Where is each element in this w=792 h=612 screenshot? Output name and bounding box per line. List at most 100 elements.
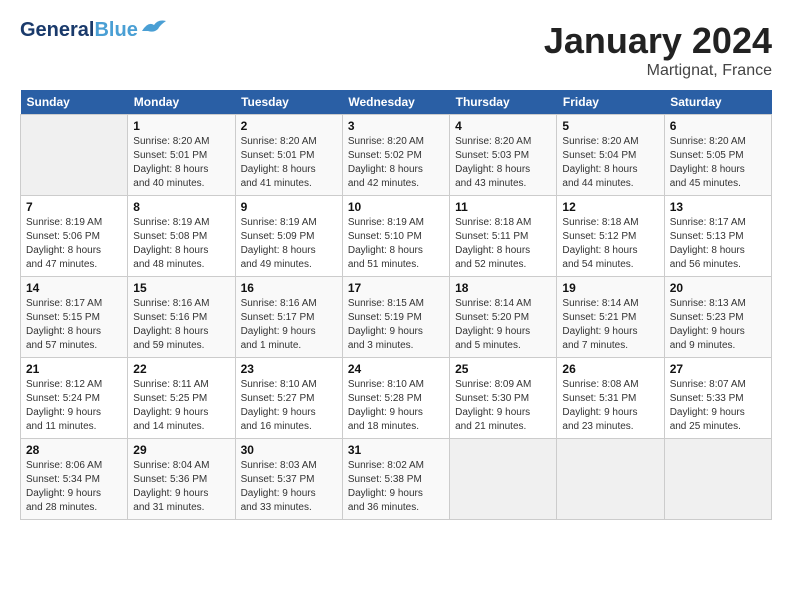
calendar-cell: 15 Sunrise: 8:16 AM Sunset: 5:16 PM Dayli… [128,277,235,358]
day-header-saturday: Saturday [664,90,771,115]
cell-info: Sunrise: 8:20 AM Sunset: 5:05 PM Dayligh… [670,135,766,191]
cell-info: Sunrise: 8:13 AM Sunset: 5:23 PM Dayligh… [670,297,766,353]
calendar-cell: 24 Sunrise: 8:10 AM Sunset: 5:28 PM Dayli… [342,358,449,439]
header-row: SundayMondayTuesdayWednesdayThursdayFrid… [21,90,772,115]
cell-info: Sunrise: 8:11 AM Sunset: 5:25 PM Dayligh… [133,378,229,434]
day-number: 14 [26,281,122,295]
day-header-friday: Friday [557,90,664,115]
day-number: 21 [26,362,122,376]
day-number: 30 [241,443,337,457]
cell-info: Sunrise: 8:10 AM Sunset: 5:27 PM Dayligh… [241,378,337,434]
day-number: 25 [455,362,551,376]
calendar-cell: 26Sunrise: 8:08 AM Sunset: 5:31 PM Dayli… [557,358,664,439]
day-number: 15 [133,281,229,295]
calendar-cell [557,439,664,520]
cell-info: Sunrise: 8:16 AM Sunset: 5:16 PM Dayligh… [133,297,229,353]
week-row-1: 1 Sunrise: 8:20 AM Sunset: 5:01 PM Daylig… [21,115,772,196]
cell-info: Sunrise: 8:04 AM Sunset: 5:36 PM Dayligh… [133,459,229,515]
day-header-tuesday: Tuesday [235,90,342,115]
cell-info: Sunrise: 8:12 AM Sunset: 5:24 PM Dayligh… [26,378,122,434]
calendar-cell: 13Sunrise: 8:17 AM Sunset: 5:13 PM Dayli… [664,196,771,277]
calendar-cell: 6 Sunrise: 8:20 AM Sunset: 5:05 PM Daylig… [664,115,771,196]
day-number: 19 [562,281,658,295]
cell-info: Sunrise: 8:20 AM Sunset: 5:03 PM Dayligh… [455,135,551,191]
day-header-wednesday: Wednesday [342,90,449,115]
day-header-sunday: Sunday [21,90,128,115]
calendar-cell: 10 Sunrise: 8:19 AM Sunset: 5:10 PM Dayli… [342,196,449,277]
calendar-cell: 3 Sunrise: 8:20 AM Sunset: 5:02 PM Daylig… [342,115,449,196]
calendar-cell: 30 Sunrise: 8:03 AM Sunset: 5:37 PM Dayli… [235,439,342,520]
day-number: 31 [348,443,444,457]
cell-info: Sunrise: 8:07 AM Sunset: 5:33 PM Dayligh… [670,378,766,434]
cell-info: Sunrise: 8:19 AM Sunset: 5:09 PM Dayligh… [241,216,337,272]
day-number: 12 [562,200,658,214]
week-row-4: 21 Sunrise: 8:12 AM Sunset: 5:24 PM Dayli… [21,358,772,439]
calendar-cell: 29Sunrise: 8:04 AM Sunset: 5:36 PM Dayli… [128,439,235,520]
day-number: 3 [348,119,444,133]
day-number: 11 [455,200,551,214]
calendar-cell: 17 Sunrise: 8:15 AM Sunset: 5:19 PM Dayli… [342,277,449,358]
day-number: 20 [670,281,766,295]
day-number: 24 [348,362,444,376]
calendar-cell [21,115,128,196]
calendar-cell: 11 Sunrise: 8:18 AM Sunset: 5:11 PM Dayli… [450,196,557,277]
cell-info: Sunrise: 8:10 AM Sunset: 5:28 PM Dayligh… [348,378,444,434]
cell-info: Sunrise: 8:09 AM Sunset: 5:30 PM Dayligh… [455,378,551,434]
day-number: 17 [348,281,444,295]
day-number: 23 [241,362,337,376]
calendar-cell: 7Sunrise: 8:19 AM Sunset: 5:06 PM Daylig… [21,196,128,277]
calendar-cell: 4 Sunrise: 8:20 AM Sunset: 5:03 PM Daylig… [450,115,557,196]
cell-info: Sunrise: 8:08 AM Sunset: 5:31 PM Dayligh… [562,378,658,434]
day-number: 1 [133,119,229,133]
cell-info: Sunrise: 8:16 AM Sunset: 5:17 PM Dayligh… [241,297,337,353]
day-number: 10 [348,200,444,214]
cell-info: Sunrise: 8:17 AM Sunset: 5:15 PM Dayligh… [26,297,122,353]
day-number: 6 [670,119,766,133]
cell-info: Sunrise: 8:17 AM Sunset: 5:13 PM Dayligh… [670,216,766,272]
calendar-cell: 5Sunrise: 8:20 AM Sunset: 5:04 PM Daylig… [557,115,664,196]
calendar-cell: 31Sunrise: 8:02 AM Sunset: 5:38 PM Dayli… [342,439,449,520]
calendar-cell: 21 Sunrise: 8:12 AM Sunset: 5:24 PM Dayli… [21,358,128,439]
logo-bird-icon [140,17,168,37]
calendar-cell: 28 Sunrise: 8:06 AM Sunset: 5:34 PM Dayli… [21,439,128,520]
logo-general: General [20,19,94,41]
cell-info: Sunrise: 8:14 AM Sunset: 5:20 PM Dayligh… [455,297,551,353]
day-number: 22 [133,362,229,376]
day-number: 4 [455,119,551,133]
day-number: 5 [562,119,658,133]
logo: GeneralBlue [20,20,168,40]
cell-info: Sunrise: 8:15 AM Sunset: 5:19 PM Dayligh… [348,297,444,353]
calendar-cell: 23 Sunrise: 8:10 AM Sunset: 5:27 PM Dayli… [235,358,342,439]
calendar-cell: 20 Sunrise: 8:13 AM Sunset: 5:23 PM Dayli… [664,277,771,358]
cell-info: Sunrise: 8:20 AM Sunset: 5:01 PM Dayligh… [133,135,229,191]
calendar-cell: 14 Sunrise: 8:17 AM Sunset: 5:15 PM Dayli… [21,277,128,358]
calendar-cell: 25 Sunrise: 8:09 AM Sunset: 5:30 PM Dayli… [450,358,557,439]
cell-info: Sunrise: 8:19 AM Sunset: 5:10 PM Dayligh… [348,216,444,272]
cell-info: Sunrise: 8:18 AM Sunset: 5:12 PM Dayligh… [562,216,658,272]
calendar-cell [664,439,771,520]
cell-info: Sunrise: 8:18 AM Sunset: 5:11 PM Dayligh… [455,216,551,272]
calendar-cell: 27 Sunrise: 8:07 AM Sunset: 5:33 PM Dayli… [664,358,771,439]
cell-info: Sunrise: 8:20 AM Sunset: 5:02 PM Dayligh… [348,135,444,191]
cell-info: Sunrise: 8:06 AM Sunset: 5:34 PM Dayligh… [26,459,122,515]
cell-info: Sunrise: 8:14 AM Sunset: 5:21 PM Dayligh… [562,297,658,353]
calendar-cell: 9 Sunrise: 8:19 AM Sunset: 5:09 PM Daylig… [235,196,342,277]
calendar-cell: 16 Sunrise: 8:16 AM Sunset: 5:17 PM Dayli… [235,277,342,358]
header: GeneralBlue January 2024 Martignat, Fran… [20,20,772,80]
cell-info: Sunrise: 8:19 AM Sunset: 5:08 PM Dayligh… [133,216,229,272]
calendar-cell: 19 Sunrise: 8:14 AM Sunset: 5:21 PM Dayli… [557,277,664,358]
cell-info: Sunrise: 8:03 AM Sunset: 5:37 PM Dayligh… [241,459,337,515]
week-row-5: 28 Sunrise: 8:06 AM Sunset: 5:34 PM Dayli… [21,439,772,520]
day-header-monday: Monday [128,90,235,115]
cell-info: Sunrise: 8:19 AM Sunset: 5:06 PM Dayligh… [26,216,122,272]
day-number: 9 [241,200,337,214]
day-number: 28 [26,443,122,457]
month-title: January 2024 [544,20,772,62]
page: GeneralBlue January 2024 Martignat, Fran… [0,0,792,530]
calendar-cell: 1 Sunrise: 8:20 AM Sunset: 5:01 PM Daylig… [128,115,235,196]
calendar-table: SundayMondayTuesdayWednesdayThursdayFrid… [20,90,772,520]
day-number: 27 [670,362,766,376]
calendar-cell: 8Sunrise: 8:19 AM Sunset: 5:08 PM Daylig… [128,196,235,277]
day-number: 16 [241,281,337,295]
location: Martignat, France [544,62,772,80]
